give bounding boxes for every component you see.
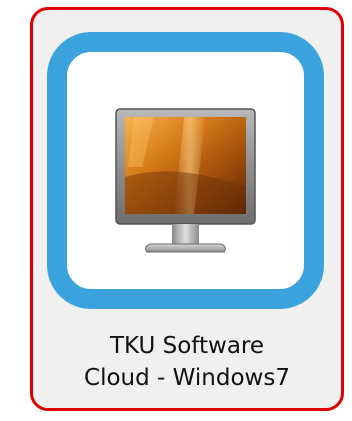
shortcut-label-line-1: TKU Software xyxy=(109,333,265,359)
desktop-shortcut-tku-software-cloud[interactable]: TKU Software Cloud - Windows7 xyxy=(30,7,344,411)
shortcut-label-line-2: Cloud - Windows7 xyxy=(84,365,290,391)
shortcut-label: TKU Software Cloud - Windows7 xyxy=(33,330,341,394)
shortcut-icon-tile xyxy=(47,32,324,309)
monitor-icon xyxy=(115,108,256,253)
